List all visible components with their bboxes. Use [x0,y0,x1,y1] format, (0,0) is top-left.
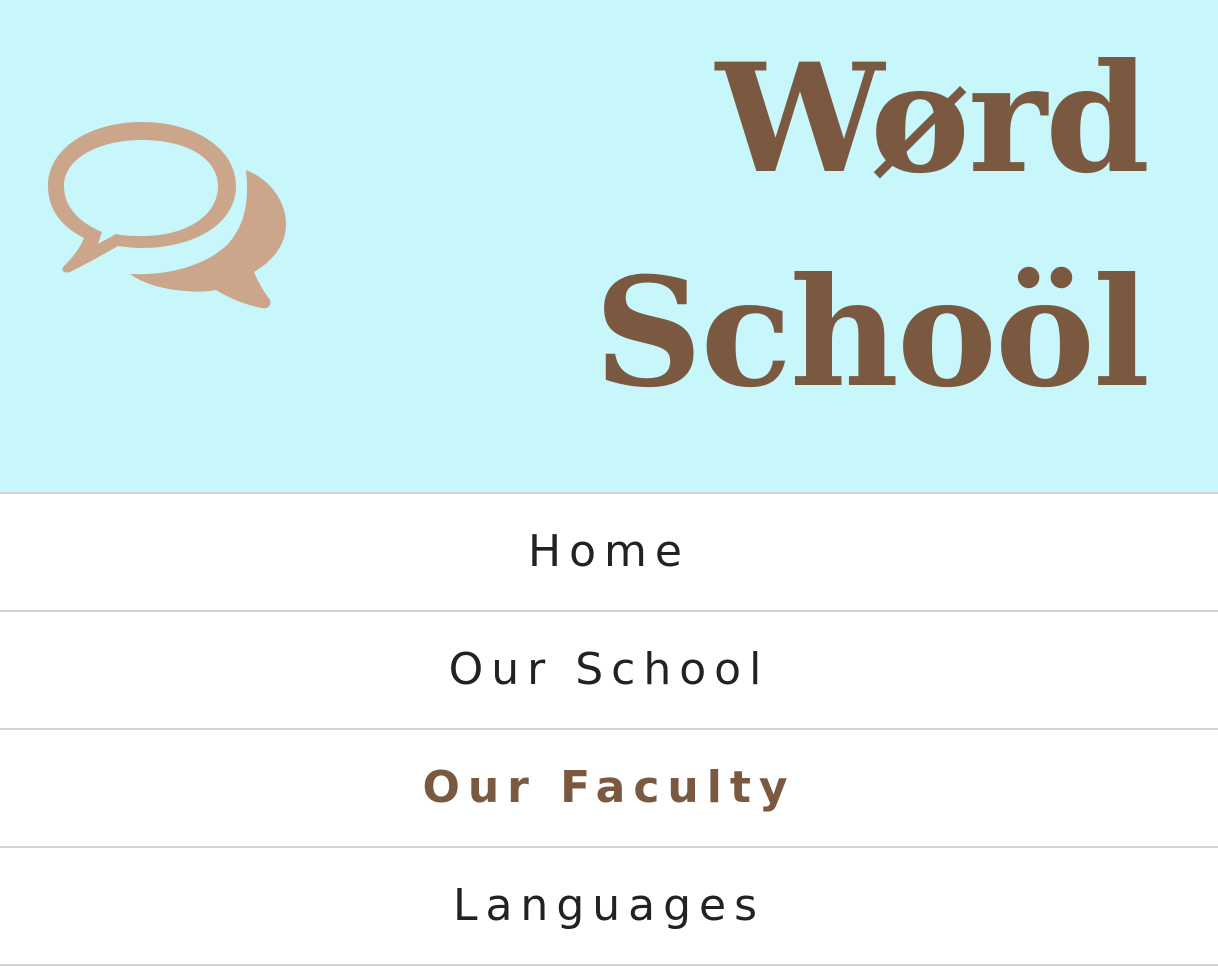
site-header: Wørd Schoöl [0,0,1218,494]
speech-bubbles-icon[interactable] [46,120,290,312]
nav-item-our-school[interactable]: Our School [0,612,1218,730]
site-title[interactable]: Wørd Schoöl [594,12,1150,440]
nav-item-our-faculty[interactable]: Our Faculty [0,730,1218,848]
site-title-line-2: Schoöl [594,245,1150,421]
nav-item-languages[interactable]: Languages [0,848,1218,966]
site-title-line-1: Wørd [715,31,1150,207]
main-navigation: Home Our School Our Faculty Languages [0,494,1218,966]
nav-item-home[interactable]: Home [0,494,1218,612]
